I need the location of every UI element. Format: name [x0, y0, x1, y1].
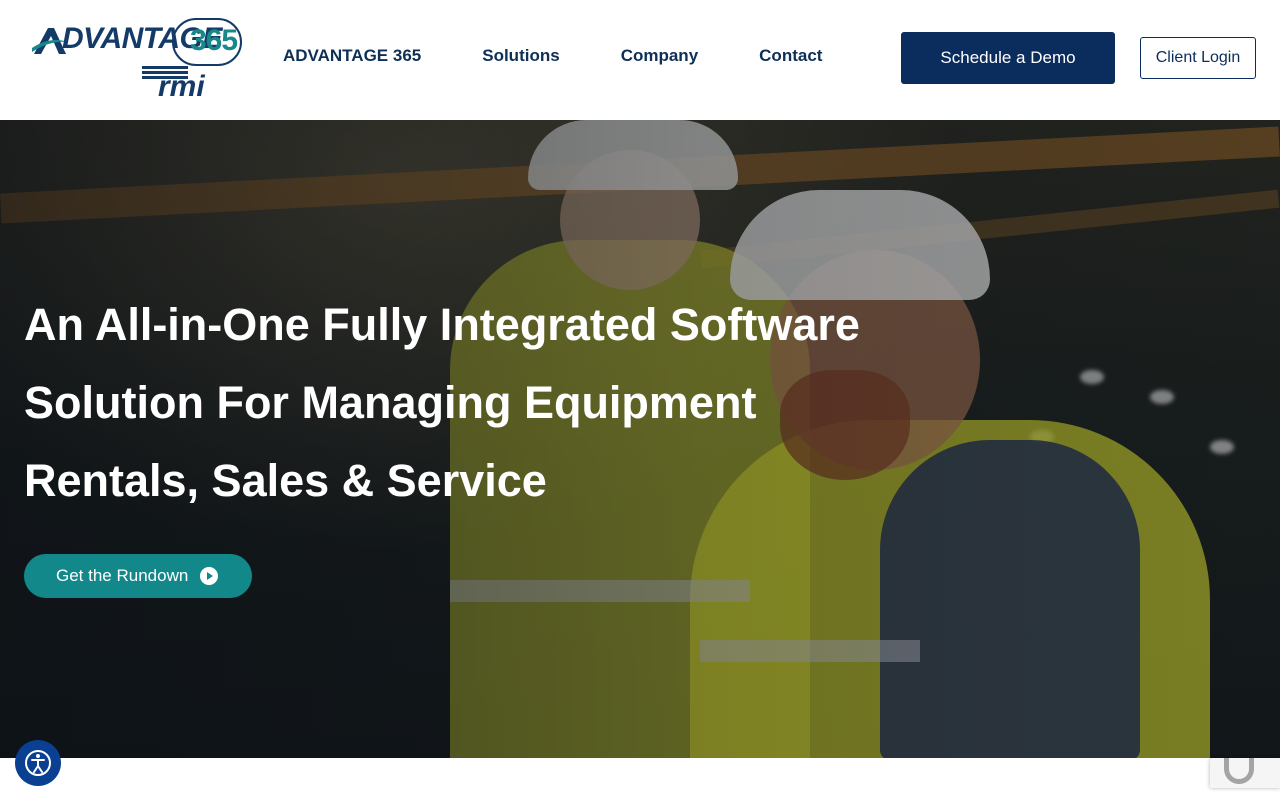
recaptcha-icon: [1224, 758, 1254, 784]
client-login-button[interactable]: Client Login: [1140, 37, 1256, 79]
nav-advantage-365[interactable]: ADVANTAGE 365: [283, 46, 421, 66]
hero-title-line: An All-in-One Fully Integrated Software: [24, 299, 860, 350]
logo-365-text: 365: [190, 24, 238, 57]
advantage-365-rmi-logo[interactable]: DVANTAGE 365 rmi: [22, 18, 244, 103]
get-the-rundown-button[interactable]: Get the Rundown: [24, 554, 252, 598]
nav-solutions[interactable]: Solutions: [482, 46, 559, 66]
accessibility-icon: [25, 750, 51, 776]
site-header: DVANTAGE 365 rmi ADVANTAGE 365 Solutions…: [0, 0, 1280, 120]
recaptcha-badge[interactable]: [1210, 758, 1280, 788]
hero-title-line: Solution For Managing Equipment: [24, 377, 757, 428]
hero-title: An All-in-One Fully Integrated Software …: [24, 286, 904, 520]
hero-title-line: Rentals, Sales & Service: [24, 455, 547, 506]
nav-contact[interactable]: Contact: [759, 46, 822, 66]
accessibility-button[interactable]: [15, 740, 61, 786]
logo-rmi-text: rmi: [158, 70, 205, 103]
nav-company[interactable]: Company: [621, 46, 698, 66]
main-nav: ADVANTAGE 365 Solutions Company Contact: [283, 46, 883, 66]
schedule-demo-button[interactable]: Schedule a Demo: [901, 32, 1115, 84]
hero-section: An All-in-One Fully Integrated Software …: [0, 120, 1280, 758]
play-circle-icon: [200, 567, 219, 585]
rundown-button-label: Get the Rundown: [56, 566, 189, 585]
